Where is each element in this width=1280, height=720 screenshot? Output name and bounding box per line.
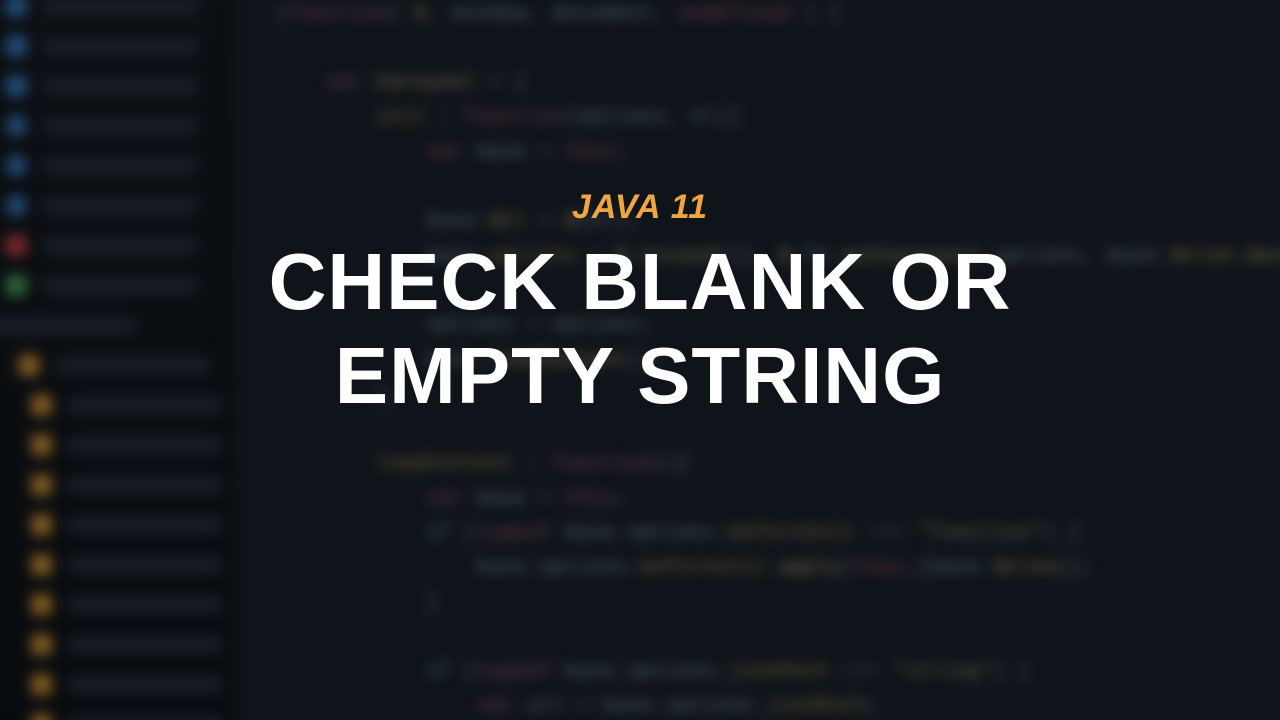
file-square-icon xyxy=(6,75,27,96)
file-square-icon xyxy=(31,634,52,655)
file-square-icon xyxy=(6,275,27,296)
file-name-blur xyxy=(42,77,199,96)
file-name-blur xyxy=(0,316,138,335)
file-square-icon xyxy=(31,395,52,416)
file-tree-sidebar xyxy=(0,0,233,720)
file-dot-icon xyxy=(6,195,27,216)
file-square-icon xyxy=(18,355,39,376)
file-tree-item xyxy=(0,305,224,345)
file-square-icon xyxy=(31,514,52,535)
file-square-icon xyxy=(31,714,52,720)
file-tree-item xyxy=(0,0,224,26)
file-tree-item xyxy=(0,345,224,385)
file-tree-item xyxy=(0,26,224,66)
file-square-icon xyxy=(6,0,27,17)
file-square-icon xyxy=(31,674,52,695)
file-tree-item xyxy=(0,665,224,705)
file-tree-item xyxy=(0,625,224,665)
file-name-blur xyxy=(67,595,224,614)
file-tree-item xyxy=(0,266,224,306)
file-name-blur xyxy=(42,156,199,175)
file-name-blur xyxy=(42,196,199,215)
file-name-blur xyxy=(42,276,199,295)
file-name-blur xyxy=(67,675,224,694)
file-name-blur xyxy=(67,476,224,495)
file-square-icon xyxy=(31,474,52,495)
file-square-icon xyxy=(31,435,52,456)
file-dot-icon xyxy=(6,115,27,136)
file-name-blur xyxy=(42,116,199,135)
file-square-icon xyxy=(6,36,27,57)
file-name-blur xyxy=(42,0,199,16)
file-tree-item xyxy=(0,505,224,545)
file-name-blur xyxy=(67,635,224,654)
file-name-blur xyxy=(67,436,224,455)
file-tree-item xyxy=(0,704,224,720)
file-name-blur xyxy=(42,236,199,255)
file-name-blur xyxy=(54,356,212,375)
file-tree-item xyxy=(0,545,224,585)
file-name-blur xyxy=(42,37,199,56)
file-tree-item xyxy=(0,385,224,425)
file-tree-item xyxy=(0,66,224,106)
file-name-blur xyxy=(67,715,224,720)
file-name-blur xyxy=(67,555,224,574)
file-tree-item xyxy=(0,585,224,625)
file-tree-item xyxy=(0,425,224,465)
file-square-icon xyxy=(6,235,27,256)
file-tree-item xyxy=(0,146,224,186)
file-name-blur xyxy=(67,396,224,415)
code-editor-pane: (function( $, window, document, undefine… xyxy=(233,0,1280,720)
file-tree-item xyxy=(0,186,224,226)
file-tree-item xyxy=(0,106,224,146)
file-square-icon xyxy=(31,554,52,575)
file-dot-icon xyxy=(6,155,27,176)
file-tree-item xyxy=(0,465,224,505)
file-name-blur xyxy=(67,515,224,534)
file-square-icon xyxy=(31,594,52,615)
file-tree-item xyxy=(0,226,224,266)
editor-background: (function( $, window, document, undefine… xyxy=(0,0,1280,720)
